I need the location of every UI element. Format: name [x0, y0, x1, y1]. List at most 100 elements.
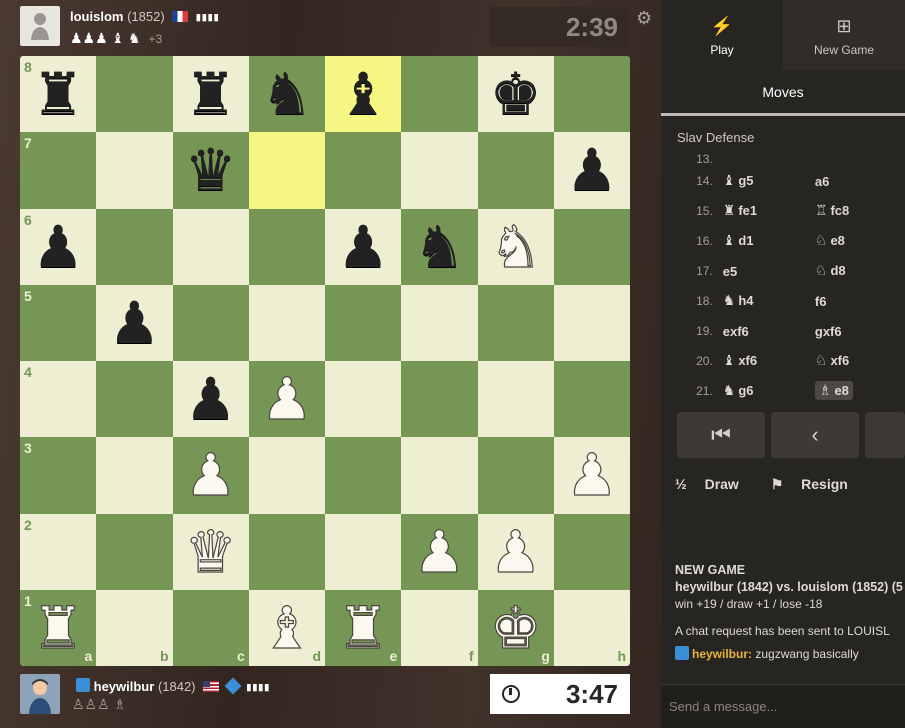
square-b2[interactable]	[96, 513, 173, 590]
square-f5[interactable]	[401, 284, 478, 361]
chess-piece[interactable]: ♝	[337, 65, 389, 123]
top-player-username[interactable]: louislom	[70, 9, 123, 24]
chess-board[interactable]: 8 ♜ ♜ ♞ ♝ ♚ 7 ♛ ♟ 6 ♟ ♟ ♞ ♞ 5 ♟ 4 ♟ ♟ 3 ♟ ♟ 2 ♛ ♟ ♟ 1 a ♜ b c d ♝ e ♜ f g ♚ h	[20, 56, 630, 666]
square-d7[interactable]	[248, 132, 325, 209]
square-e8[interactable]: ♝	[325, 56, 402, 133]
chess-piece[interactable]: ♟	[413, 522, 466, 581]
square-h6[interactable]	[553, 208, 630, 285]
tab-moves[interactable]: Moves	[661, 70, 905, 116]
square-h8[interactable]	[553, 56, 630, 133]
chess-piece[interactable]: ♟	[337, 218, 389, 276]
chess-piece[interactable]: ♜	[32, 65, 84, 123]
square-c1[interactable]: c	[172, 589, 249, 666]
chess-piece[interactable]: ♟	[565, 446, 618, 505]
square-h2[interactable]	[553, 513, 630, 590]
square-f3[interactable]	[401, 437, 478, 514]
black-move[interactable]: ♖ fc8	[813, 203, 905, 219]
square-a8[interactable]: 8 ♜	[20, 56, 97, 133]
square-e6[interactable]: ♟	[325, 208, 402, 285]
black-move[interactable]: f6	[813, 294, 905, 309]
opening-name[interactable]: Slav Defense	[661, 116, 905, 154]
square-d8[interactable]: ♞	[248, 56, 325, 133]
square-d1[interactable]: d ♝	[248, 589, 325, 666]
square-f6[interactable]: ♞	[401, 208, 478, 285]
square-f2[interactable]: ♟	[401, 513, 478, 590]
square-e5[interactable]	[325, 284, 402, 361]
chess-piece[interactable]: ♜	[32, 598, 85, 657]
white-move[interactable]: ♝ xf6	[721, 353, 813, 369]
square-h4[interactable]	[553, 361, 630, 438]
white-move[interactable]: ♝ g5	[721, 173, 813, 189]
square-b8[interactable]	[96, 56, 173, 133]
square-a6[interactable]: 6 ♟	[20, 208, 97, 285]
chess-piece[interactable]: ♛	[185, 141, 237, 199]
square-d2[interactable]	[248, 513, 325, 590]
square-a7[interactable]: 7	[20, 132, 97, 209]
white-move[interactable]: e5	[721, 264, 813, 279]
black-move[interactable]: ♗ e8	[813, 381, 905, 400]
square-g3[interactable]	[477, 437, 554, 514]
square-c8[interactable]: ♜	[172, 56, 249, 133]
square-h5[interactable]	[553, 284, 630, 361]
square-g4[interactable]	[477, 361, 554, 438]
chat-message-input[interactable]	[661, 684, 905, 728]
square-f7[interactable]	[401, 132, 478, 209]
bottom-player-username[interactable]: heywilbur	[94, 679, 155, 694]
chess-piece[interactable]: ♟	[489, 522, 542, 581]
chess-piece[interactable]: ♝	[260, 598, 313, 657]
square-b5[interactable]: ♟	[96, 284, 173, 361]
square-h1[interactable]: h	[553, 589, 630, 666]
chess-piece[interactable]: ♚	[489, 598, 542, 657]
square-d6[interactable]	[248, 208, 325, 285]
black-move[interactable]: ♘ d8	[813, 263, 905, 279]
draw-button[interactable]: ½ Draw	[675, 476, 753, 492]
bottom-player-avatar[interactable]	[20, 674, 60, 714]
square-g5[interactable]	[477, 284, 554, 361]
black-move[interactable]: ♘ xf6	[813, 353, 905, 369]
square-d3[interactable]	[248, 437, 325, 514]
bottom-player-name[interactable]: heywilbur (1842) ▮▮▮▮	[72, 677, 270, 695]
square-b1[interactable]: b	[96, 589, 173, 666]
first-move-button[interactable]: ⏮	[677, 412, 765, 458]
square-b3[interactable]	[96, 437, 173, 514]
square-c3[interactable]: ♟	[172, 437, 249, 514]
white-move[interactable]: ♝ d1	[721, 233, 813, 249]
square-c5[interactable]	[172, 284, 249, 361]
chess-piece[interactable]: ♜	[185, 65, 237, 123]
square-f8[interactable]	[401, 56, 478, 133]
chess-piece[interactable]: ♟	[32, 218, 84, 276]
chess-piece[interactable]: ♞	[413, 218, 465, 276]
square-b7[interactable]	[96, 132, 173, 209]
new-game-tab[interactable]: ⊞ New Game	[783, 0, 905, 70]
move-list[interactable]: 13. 14. ♝ g5 a6 15. ♜ fe1 ♖ fc8 16. ♝ d1 ♘ e8 17. e5 ♘ d8 1…	[661, 154, 905, 408]
square-e3[interactable]	[325, 437, 402, 514]
previous-move-button[interactable]: ‹	[771, 412, 859, 458]
square-c6[interactable]	[172, 208, 249, 285]
chess-piece[interactable]: ♞	[261, 65, 313, 123]
square-a2[interactable]: 2	[20, 513, 97, 590]
black-move[interactable]: gxf6	[813, 324, 905, 339]
settings-gear-icon[interactable]: ⚙	[636, 8, 652, 29]
chess-piece[interactable]: ♟	[184, 446, 237, 505]
square-a4[interactable]: 4	[20, 361, 97, 438]
white-move[interactable]: ♞ g6	[721, 383, 813, 399]
square-g8[interactable]: ♚	[477, 56, 554, 133]
white-move[interactable]: ♞ h4	[721, 293, 813, 309]
chess-piece[interactable]: ♟	[108, 294, 160, 352]
square-b4[interactable]	[96, 361, 173, 438]
square-a5[interactable]: 5	[20, 284, 97, 361]
top-player-avatar[interactable]	[20, 6, 60, 46]
square-f1[interactable]: f	[401, 589, 478, 666]
black-move[interactable]: a6	[813, 174, 905, 189]
square-a3[interactable]: 3	[20, 437, 97, 514]
next-move-button[interactable]	[865, 412, 905, 458]
chess-piece[interactable]: ♞	[489, 217, 542, 276]
resign-button[interactable]: ⚑ Resign	[771, 476, 862, 492]
square-e4[interactable]	[325, 361, 402, 438]
square-f4[interactable]	[401, 361, 478, 438]
square-d4[interactable]: ♟	[248, 361, 325, 438]
square-a1[interactable]: 1 a ♜	[20, 589, 97, 666]
square-g2[interactable]: ♟	[477, 513, 554, 590]
square-b6[interactable]	[96, 208, 173, 285]
square-c7[interactable]: ♛	[172, 132, 249, 209]
